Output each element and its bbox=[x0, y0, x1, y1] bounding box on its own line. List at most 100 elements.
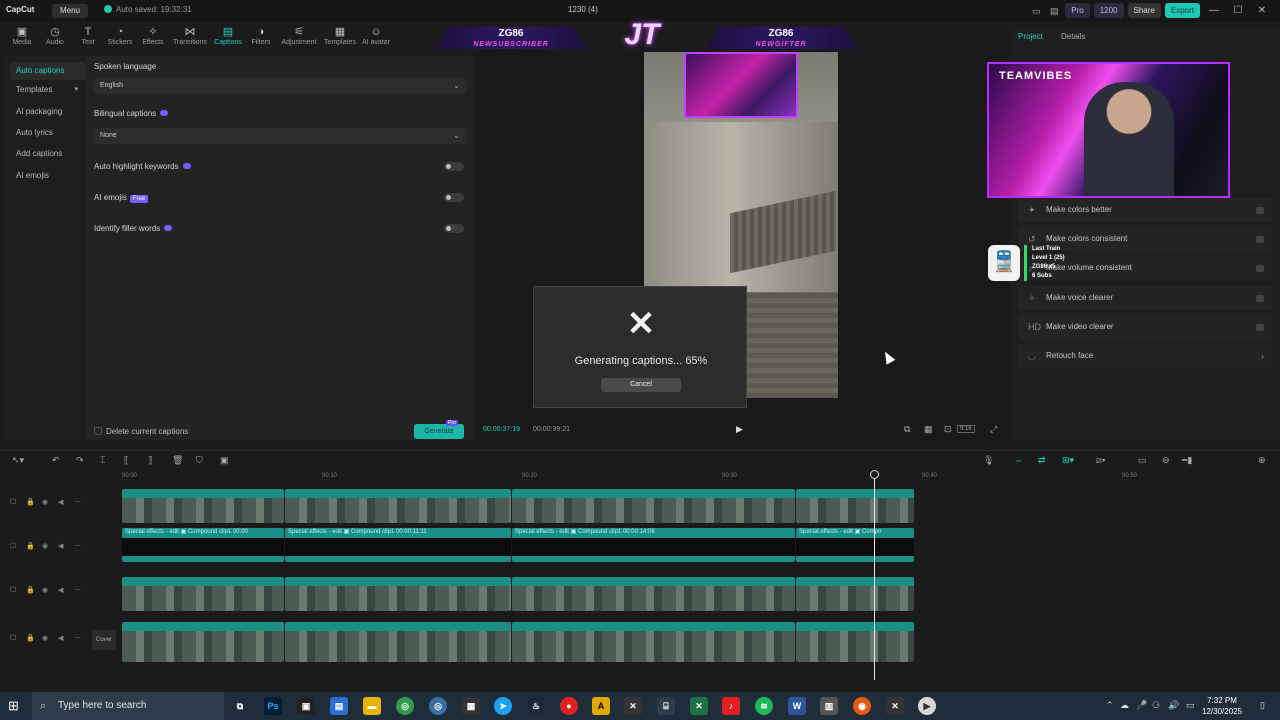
toggle[interactable] bbox=[1256, 295, 1264, 302]
file-explorer-icon[interactable]: ▬ bbox=[363, 697, 381, 715]
tool-icon[interactable]: ⌸ bbox=[657, 697, 675, 715]
capcut-icon[interactable]: ✕ bbox=[624, 697, 642, 715]
more-icon[interactable]: ⋯ bbox=[74, 634, 81, 642]
toggle[interactable] bbox=[1256, 207, 1264, 214]
layout-icon[interactable]: ▭ bbox=[1029, 5, 1043, 17]
task-view-icon[interactable]: ⧉ bbox=[231, 697, 249, 715]
marker-icon[interactable]: ⛉ bbox=[196, 455, 203, 466]
aspect-ratio-button[interactable]: 9:16 bbox=[957, 425, 975, 433]
tool-audio[interactable]: ◷ Audio bbox=[37, 26, 73, 46]
lock-icon[interactable]: 🔒 bbox=[26, 586, 35, 594]
microphone-icon[interactable]: 🎙 bbox=[983, 455, 994, 466]
speaker-icon[interactable]: ◀ bbox=[58, 498, 63, 506]
compound-clip[interactable]: Special effects - edit ▣ Compo bbox=[796, 528, 914, 562]
split-right-icon[interactable]: ⟧ bbox=[148, 455, 152, 466]
play-icon[interactable]: ▶ bbox=[736, 424, 743, 435]
checkbox[interactable] bbox=[94, 427, 102, 435]
timeline-ruler[interactable]: 00:00 00:10 00:20 00:30 00:40 00:50 bbox=[122, 470, 1280, 484]
minimize-icon[interactable]: — bbox=[1204, 5, 1224, 16]
tray-network-icon[interactable]: ⚆ bbox=[1152, 700, 1160, 711]
bilingual-select[interactable]: None ⌄ bbox=[94, 128, 466, 144]
tray-volume-icon[interactable]: 🔊 bbox=[1168, 700, 1179, 711]
main-clip[interactable]: Special effects - edit ▣ g6jc5c8cal.mp4 … bbox=[512, 622, 795, 662]
spoken-language-select[interactable]: English ⌄ bbox=[94, 78, 466, 94]
eye-icon[interactable]: ◉ bbox=[42, 586, 48, 594]
lock-icon[interactable]: 🔒 bbox=[26, 634, 35, 642]
tool-captions[interactable]: ▤ Captions bbox=[210, 26, 246, 46]
quality-icon[interactable]: ▦ bbox=[924, 424, 933, 435]
zoom-out-icon[interactable]: ⊖ bbox=[1162, 455, 1170, 466]
spotify-icon[interactable]: ≋ bbox=[755, 697, 773, 715]
freeze-icon[interactable]: ▣ bbox=[220, 455, 229, 466]
compound-clip[interactable]: Special effects - edit ▣ Compound clip1 … bbox=[285, 528, 511, 562]
steam-icon[interactable]: ♨ bbox=[527, 697, 545, 715]
app-icon[interactable]: A bbox=[592, 697, 610, 715]
pro-button[interactable]: Pro bbox=[1065, 3, 1090, 18]
compound-clip[interactable]: Special effects - edit ▣ Compound clip1 … bbox=[512, 528, 795, 562]
toggle[interactable] bbox=[1256, 265, 1264, 272]
video-clip[interactable]: g6jc5c8cal.mp4 00:00:14:06 bbox=[512, 577, 795, 611]
track-select-icon[interactable]: ☐ bbox=[10, 542, 16, 550]
app-icon[interactable]: ▥ bbox=[820, 697, 838, 715]
delete-captions-option[interactable]: Delete current captions bbox=[94, 427, 188, 436]
eye-icon[interactable]: ◉ bbox=[42, 498, 48, 506]
notepad-icon[interactable]: ▤ bbox=[330, 697, 348, 715]
video-clip[interactable]: g6jc5c8cal.mp4 00:00:14:06 bbox=[512, 489, 795, 523]
share-button[interactable]: Share bbox=[1127, 3, 1161, 18]
firefox-icon[interactable]: ◉ bbox=[853, 697, 871, 715]
playhead[interactable] bbox=[874, 470, 875, 680]
shortcuts-icon[interactable]: ▤ bbox=[1047, 5, 1061, 17]
app-icon[interactable]: ▣ bbox=[297, 697, 315, 715]
app-icon[interactable]: ▦ bbox=[462, 697, 480, 715]
video-clip[interactable]: g6jc5c8cal.mp4 00:00:11:11 bbox=[285, 577, 511, 611]
tab-project[interactable]: Project bbox=[1018, 32, 1043, 41]
split-left-icon[interactable]: ⟦ bbox=[124, 455, 128, 466]
auto-snap-icon[interactable]: ⇄ bbox=[1038, 455, 1046, 466]
tray-chevron-icon[interactable]: ⌃ bbox=[1106, 700, 1114, 711]
tool-filters[interactable]: ◑ Filters bbox=[243, 26, 279, 46]
video-clip[interactable]: g6jc5c8cal.mp4 00:00:11:11 bbox=[285, 489, 511, 523]
speaker-icon[interactable]: ◀ bbox=[58, 634, 63, 642]
snapshot-icon[interactable]: ⊡ bbox=[944, 424, 952, 435]
tool-adjustment[interactable]: ⚟ Adjustment bbox=[281, 26, 317, 46]
more-icon[interactable]: ⋯ bbox=[74, 542, 81, 550]
word-icon[interactable]: W bbox=[788, 697, 806, 715]
speaker-icon[interactable]: ◀ bbox=[58, 586, 63, 594]
tool-media[interactable]: ▣ Media bbox=[4, 26, 40, 46]
track-select-icon[interactable]: ☐ bbox=[10, 498, 16, 506]
tray-cloud-icon[interactable]: ☁ bbox=[1120, 700, 1129, 711]
video-clip[interactable]: g6jc5c8cal.mp4 00:00:06:04 bbox=[122, 489, 284, 523]
preview-axis-icon[interactable]: ⧄▾ bbox=[1096, 455, 1106, 466]
tab-details[interactable]: Details bbox=[1061, 32, 1085, 41]
eye-icon[interactable]: ◉ bbox=[42, 634, 48, 642]
app-icon[interactable]: ♪ bbox=[722, 697, 740, 715]
split-icon[interactable]: ⌶ bbox=[100, 455, 105, 466]
photoshop-icon[interactable]: Ps bbox=[264, 697, 282, 715]
sidebar-item-add-captions[interactable]: Add captions bbox=[10, 145, 86, 163]
track-select-icon[interactable]: ☐ bbox=[10, 634, 16, 642]
tool-templates[interactable]: ▦ Templates bbox=[322, 26, 358, 46]
cancel-button[interactable]: Cancel bbox=[601, 378, 681, 392]
generate-button[interactable]: Generate bbox=[414, 424, 464, 439]
tray-battery-icon[interactable]: ▭ bbox=[1186, 700, 1195, 711]
capcut-active-icon[interactable]: ✕ bbox=[886, 697, 904, 715]
chrome-profile-icon[interactable]: ◎ bbox=[429, 697, 447, 715]
record-icon[interactable]: ● bbox=[560, 697, 578, 715]
zoom-in-icon[interactable]: ⊕ bbox=[1258, 455, 1266, 466]
video-clip[interactable]: g6jc5c8cal.mp4 00:00:06:06 bbox=[796, 577, 914, 611]
toggle[interactable] bbox=[1256, 324, 1264, 331]
redo-icon[interactable]: ↷ bbox=[76, 455, 84, 466]
lock-icon[interactable]: 🔒 bbox=[26, 498, 35, 506]
enhance-item[interactable]: HD Make video clearer bbox=[1018, 315, 1272, 339]
app-icon[interactable]: ➤ bbox=[494, 697, 512, 715]
crop-icon[interactable]: ⧉ bbox=[904, 424, 910, 435]
more-icon[interactable]: ⋯ bbox=[74, 586, 81, 594]
taskbar-search[interactable]: ⌕ Type here to search bbox=[32, 692, 224, 720]
enhance-item[interactable]: ✧ Make voice clearer bbox=[1018, 286, 1272, 310]
video-clip[interactable]: g6jc5c8cal.mp4 00:00:06:06 bbox=[796, 489, 914, 523]
speaker-icon[interactable]: ◀ bbox=[58, 542, 63, 550]
delete-icon[interactable]: 🗑 bbox=[172, 455, 183, 466]
sidebar-item-auto-captions[interactable]: Auto captions bbox=[10, 62, 86, 80]
main-clip[interactable]: Special effects - edit ▣ g6jc5c8cal bbox=[796, 622, 914, 662]
sidebar-item-auto-lyrics[interactable]: Auto lyrics bbox=[10, 124, 86, 142]
